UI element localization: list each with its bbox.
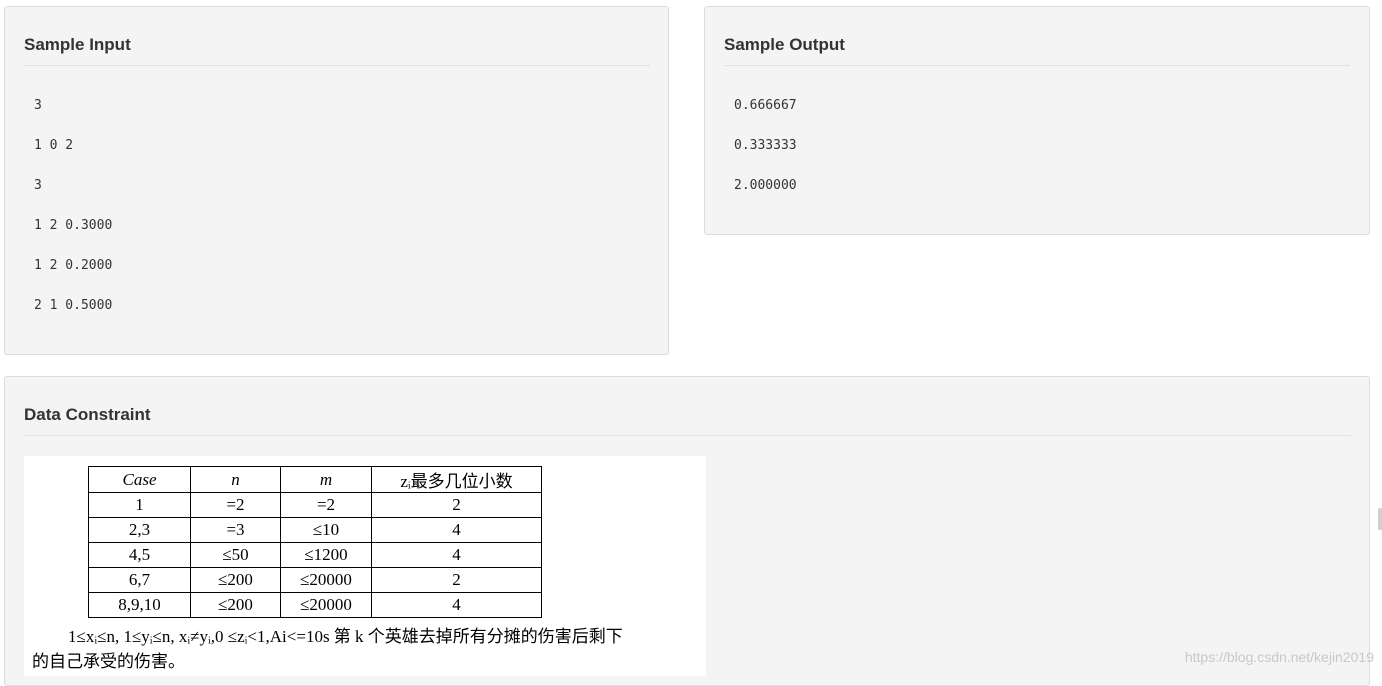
data-constraint-panel: Data Constraint Case n m zᵢ最多几位小数 1 =2 =… (4, 376, 1370, 686)
description-text-2: 的自己承受的伤害。 (32, 652, 185, 671)
table-row: 8,9,10 ≤200 ≤20000 4 (88, 592, 542, 618)
watermark: https://blog.csdn.net/kejin2019 (1184, 649, 1374, 665)
table-row: 1 =2 =2 2 (88, 492, 542, 518)
table-cell: 4,5 (88, 542, 191, 568)
table-cell: =2 (280, 492, 372, 518)
header-decimals: zᵢ最多几位小数 (371, 466, 542, 493)
scroll-handle[interactable] (1378, 508, 1382, 530)
divider (24, 65, 650, 66)
table-cell: ≤200 (190, 567, 281, 593)
input-line: 1 2 0.2000 (34, 258, 113, 273)
table-row: 4,5 ≤50 ≤1200 4 (88, 542, 542, 568)
input-line: 2 1 0.5000 (34, 298, 113, 313)
table-cell: ≤20000 (280, 567, 372, 593)
output-line: 0.666667 (734, 98, 797, 113)
constraint-table: Case n m zᵢ最多几位小数 1 =2 =2 2 2,3 =3 ≤10 4… (88, 466, 542, 618)
constraint-description: 1≤xᵢ≤n, 1≤yᵢ≤n, xᵢ≠yᵢ,0 ≤zᵢ<1,Ai<=10s 第 … (32, 624, 702, 674)
table-cell: ≤200 (190, 592, 281, 618)
table-cell: 2 (371, 567, 542, 593)
header-m: m (280, 466, 372, 493)
table-cell: 4 (371, 592, 542, 618)
output-line: 2.000000 (734, 178, 797, 193)
table-cell: 4 (371, 542, 542, 568)
constraint-image: Case n m zᵢ最多几位小数 1 =2 =2 2 2,3 =3 ≤10 4… (24, 456, 706, 676)
table-cell: =2 (190, 492, 281, 518)
table-row: 6,7 ≤200 ≤20000 2 (88, 567, 542, 593)
divider (24, 435, 1351, 436)
sample-output-panel: Sample Output 0.666667 0.333333 2.000000 (704, 6, 1370, 235)
table-row: 2,3 =3 ≤10 4 (88, 517, 542, 543)
table-cell: 2,3 (88, 517, 191, 543)
table-cell: 6,7 (88, 567, 191, 593)
table-cell: 1 (88, 492, 191, 518)
description-line-1: 1≤xᵢ≤n, 1≤yᵢ≤n, xᵢ≠yᵢ,0 ≤zᵢ<1,Ai<=10s 第 … (32, 624, 702, 649)
table-cell: 2 (371, 492, 542, 518)
divider (724, 65, 1350, 66)
table-cell: 8,9,10 (88, 592, 191, 618)
input-line: 1 0 2 (34, 138, 74, 153)
data-constraint-title: Data Constraint (24, 405, 151, 424)
table-header-row: Case n m zᵢ最多几位小数 (88, 466, 542, 493)
sample-input-content: 3 1 0 2 3 1 2 0.3000 1 2 0.2000 2 1 0.50… (34, 98, 112, 338)
table-cell: ≤1200 (280, 542, 372, 568)
sample-input-panel: Sample Input 3 1 0 2 3 1 2 0.3000 1 2 0.… (4, 6, 669, 355)
description-text-1: 1≤xᵢ≤n, 1≤yᵢ≤n, xᵢ≠yᵢ,0 ≤zᵢ<1,Ai<=10s 第 … (68, 627, 623, 646)
sample-output-title: Sample Output (724, 35, 845, 54)
input-line: 3 (34, 178, 42, 193)
table-cell: =3 (190, 517, 281, 543)
output-line: 0.333333 (734, 138, 797, 153)
table-cell: ≤20000 (280, 592, 372, 618)
header-case: Case (88, 466, 191, 493)
input-line: 1 2 0.3000 (34, 218, 113, 233)
table-cell: ≤10 (280, 517, 372, 543)
header-n: n (190, 466, 281, 493)
sample-output-content: 0.666667 0.333333 2.000000 (734, 98, 797, 218)
sample-input-title: Sample Input (24, 35, 131, 54)
table-cell: ≤50 (190, 542, 281, 568)
input-line: 3 (34, 98, 42, 113)
table-cell: 4 (371, 517, 542, 543)
